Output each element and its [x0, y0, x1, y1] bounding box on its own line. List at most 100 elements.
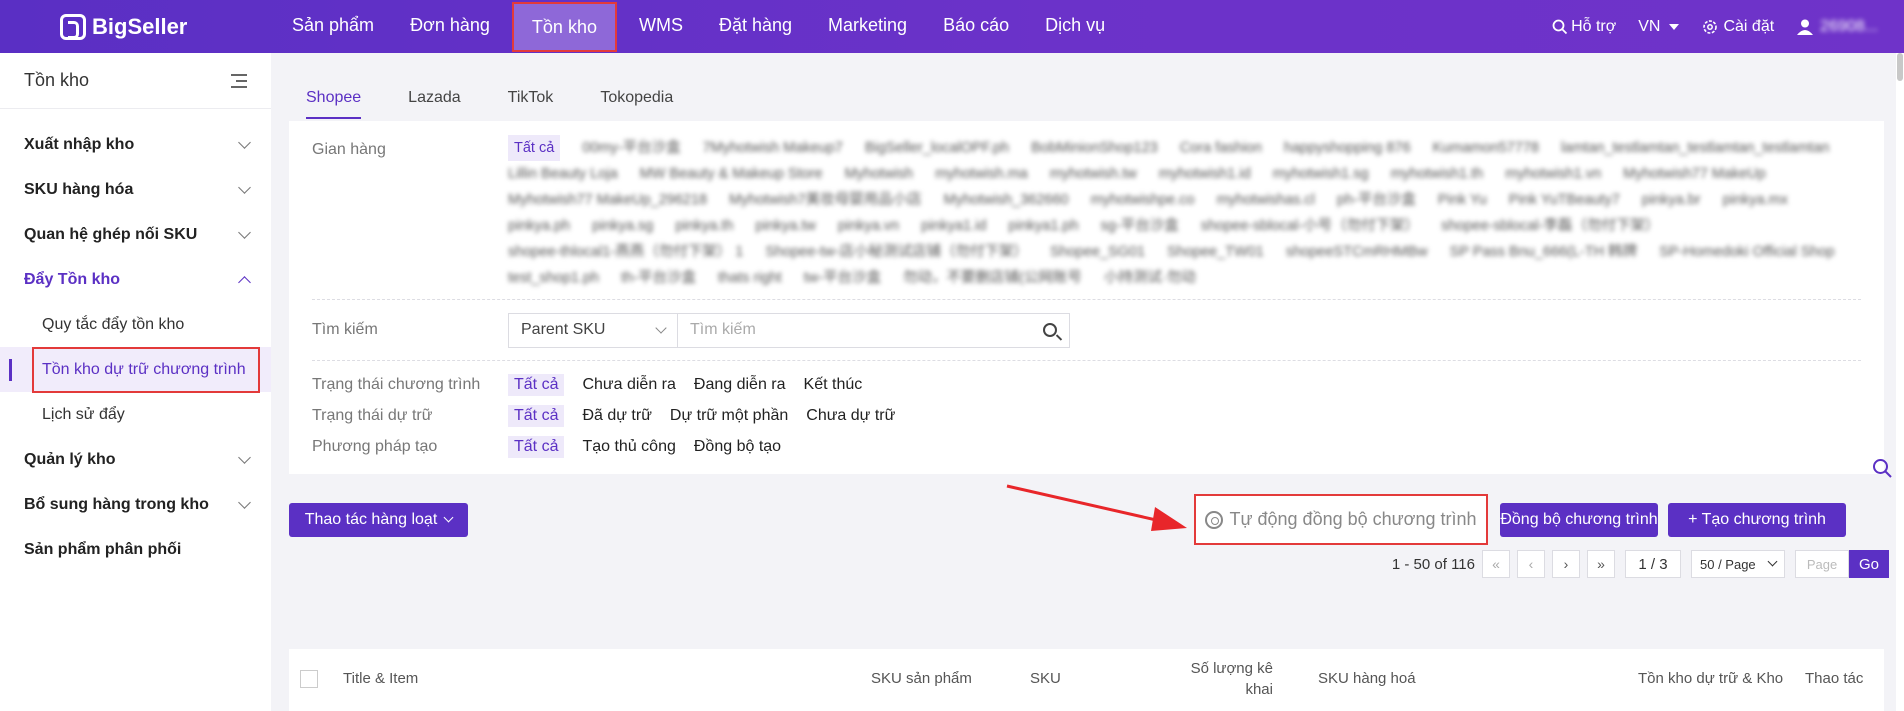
search-icon[interactable] — [1043, 323, 1057, 337]
store-chip[interactable]: shopee-sblocal-李磊（勿付下架） — [1441, 213, 1659, 239]
program-status-option[interactable]: Chưa diễn ra — [582, 376, 675, 394]
store-chip[interactable]: Kumamon57778 — [1433, 135, 1539, 161]
store-chip[interactable]: test_shop1.ph — [508, 265, 599, 291]
store-chip[interactable]: ph-平台沙盒 — [1337, 187, 1416, 213]
store-chip[interactable]: myhotwishas.cl — [1217, 187, 1315, 213]
store-chip[interactable]: 00my-平台沙盒 — [582, 135, 680, 161]
reserve-status-option[interactable]: Tất cả — [508, 404, 565, 427]
sidebar-item-merchant-sku[interactable]: SKU hàng hóa — [0, 167, 271, 212]
store-chip[interactable]: tw-平台沙盒 — [804, 265, 881, 291]
store-chip[interactable]: myhotwish1.id — [1159, 161, 1251, 187]
store-chip[interactable]: 小持测试·勿动 — [1104, 265, 1196, 291]
store-chip[interactable]: myhotwish1.sg — [1273, 161, 1369, 187]
store-chip[interactable]: SP Pass Bnu_666(L-TH 韩牌 — [1450, 239, 1638, 265]
nav-item-wms[interactable]: WMS — [621, 0, 701, 53]
store-chip[interactable]: shopee-sblocal-小号（勿付下架） — [1201, 213, 1419, 239]
go-button[interactable]: Go — [1849, 550, 1889, 578]
store-chip[interactable]: 7Myhotwish Makeup7 — [703, 135, 843, 161]
store-chip[interactable]: pinkya.ph — [508, 213, 570, 239]
store-chip[interactable]: happyshopping 876 — [1284, 135, 1411, 161]
store-chip[interactable]: myhotwish.tw — [1050, 161, 1137, 187]
sidebar-item-sku-mapping[interactable]: Quan hệ ghép nối SKU — [0, 212, 271, 257]
bulk-actions-button[interactable]: Thao tác hàng loạt — [289, 503, 468, 537]
sync-program-button[interactable]: Đồng bộ chương trình — [1500, 503, 1658, 537]
store-chip[interactable]: Lillin Beauty Loja — [508, 161, 618, 187]
sidebar-item-warehouse-management[interactable]: Quản lý kho — [0, 437, 271, 482]
last-page-button[interactable]: » — [1587, 550, 1615, 578]
create-method-option[interactable]: Đồng bộ tạo — [694, 438, 781, 456]
page-number-input[interactable]: Page — [1795, 550, 1849, 578]
store-chip[interactable]: Myhotwish — [845, 161, 914, 187]
sidebar-item-stock-in-out[interactable]: Xuất nhập kho — [0, 122, 271, 167]
nav-item-inventory[interactable]: Tồn kho — [511, 1, 617, 52]
prev-page-button[interactable]: ‹ — [1517, 550, 1545, 578]
nav-item-purchase[interactable]: Đặt hàng — [701, 0, 810, 53]
store-chip[interactable]: SP-Homedoki Official Shop — [1659, 239, 1834, 265]
sidebar-item-distribution-products[interactable]: Sản phẩm phân phối — [0, 527, 271, 572]
store-chip[interactable]: Pink YuTBeauty7 — [1509, 187, 1620, 213]
auto-sync-program-button[interactable]: Tự động đồng bộ chương trình — [1194, 494, 1488, 545]
sidebar-subitem-push-history[interactable]: Lịch sử đẩy — [0, 392, 271, 437]
store-chip[interactable]: myhotwish1.th — [1391, 161, 1484, 187]
reserve-status-option[interactable]: Đã dự trữ — [582, 407, 651, 425]
store-chip[interactable]: pinkya.br — [1642, 187, 1701, 213]
create-method-option[interactable]: Tất cả — [508, 435, 565, 458]
store-chip[interactable]: Myhotwish77 MakeUp_296218 — [508, 187, 707, 213]
store-chip[interactable]: Shopee_TW01 — [1167, 239, 1264, 265]
store-chip[interactable]: MW Beauty & Makeup Store — [640, 161, 823, 187]
nav-item-marketing[interactable]: Marketing — [810, 0, 925, 53]
nav-item-reports[interactable]: Báo cáo — [925, 0, 1027, 53]
create-program-button[interactable]: + Tạo chương trình — [1668, 503, 1846, 537]
sidebar-subitem-push-rules[interactable]: Quy tắc đẩy tồn kho — [0, 302, 271, 347]
language-selector[interactable]: VN — [1638, 18, 1680, 36]
store-chip[interactable]: Shopee-tw-店小秘测试店铺（勿付下架） — [765, 239, 1028, 265]
program-status-option[interactable]: Tất cả — [508, 373, 565, 396]
first-page-button[interactable]: « — [1482, 550, 1510, 578]
store-chip[interactable]: sg-平台沙盒 — [1101, 213, 1179, 239]
sidebar-subitem-promotion-reserved-stock[interactable]: Tồn kho dự trữ chương trình — [0, 346, 271, 393]
program-status-option[interactable]: Đang diễn ra — [694, 376, 786, 394]
bigseller-logo[interactable]: BigSeller — [60, 13, 274, 40]
store-chip[interactable]: th-平台沙盒 — [621, 265, 696, 291]
store-chip[interactable]: pinkya1.ph — [1008, 213, 1078, 239]
page-scrollbar[interactable] — [1896, 53, 1904, 711]
store-chip[interactable]: 勿动，不要删店铺(公网账号 — [903, 265, 1082, 291]
store-chip[interactable]: myhotwishpe.co — [1091, 187, 1195, 213]
tab-tokopedia[interactable]: Tokopedia — [600, 89, 673, 119]
store-chip[interactable]: myhotwish.ma — [935, 161, 1028, 187]
next-page-button[interactable]: › — [1552, 550, 1580, 578]
sidebar-item-stock-push[interactable]: Đẩy Tồn kho — [0, 257, 271, 302]
store-chip[interactable]: Myhotwish7美妆母婴用品小店 — [729, 187, 922, 213]
support-link[interactable]: Hỗ trợ — [1552, 18, 1616, 36]
store-chip[interactable]: pinkya.mx — [1723, 187, 1788, 213]
search-input[interactable]: Tìm kiếm — [678, 312, 1070, 348]
user-menu[interactable]: 26908... — [1796, 18, 1878, 36]
store-chip[interactable]: myhotwish1.vn — [1505, 161, 1601, 187]
reserve-status-option[interactable]: Dự trữ một phần — [670, 407, 788, 425]
store-chip[interactable]: pinkya.sg — [592, 213, 653, 239]
tab-lazada[interactable]: Lazada — [408, 89, 461, 119]
tab-tiktok[interactable]: TikTok — [508, 89, 554, 119]
settings-link[interactable]: Cài đặt — [1702, 18, 1774, 36]
store-chip[interactable]: pinkya1.id — [921, 213, 986, 239]
store-chip[interactable]: Pink Yu — [1438, 187, 1487, 213]
create-method-option[interactable]: Tạo thủ công — [582, 438, 675, 456]
store-chip[interactable]: BobMinionShop123 — [1031, 135, 1158, 161]
page-size-select[interactable]: 50 / Page — [1691, 550, 1785, 578]
tab-shopee[interactable]: Shopee — [306, 89, 362, 119]
select-all-checkbox[interactable] — [300, 670, 318, 688]
store-chip[interactable]: thats right — [718, 265, 782, 291]
collapse-sidebar-icon[interactable] — [229, 73, 247, 89]
nav-item-products[interactable]: Sản phẩm — [274, 0, 392, 53]
sidebar-item-replenishment[interactable]: Bổ sung hàng trong kho — [0, 482, 271, 527]
store-chip[interactable]: pinkya.tw — [755, 213, 815, 239]
store-chip[interactable]: shopeeSTCmRHMBw — [1286, 239, 1428, 265]
store-chip[interactable]: Cora fashion — [1180, 135, 1262, 161]
program-status-option[interactable]: Kết thúc — [804, 376, 863, 394]
store-chip[interactable]: pinkya.vn — [838, 213, 899, 239]
floating-search-icon[interactable] — [1872, 458, 1892, 478]
reserve-status-option[interactable]: Chưa dự trữ — [806, 407, 895, 425]
nav-item-orders[interactable]: Đơn hàng — [392, 0, 508, 53]
store-chip[interactable]: Shopee_SG01 — [1050, 239, 1145, 265]
store-chip[interactable]: shopee-thlocal1-燕燕（勿付下架） 1 — [508, 239, 743, 265]
